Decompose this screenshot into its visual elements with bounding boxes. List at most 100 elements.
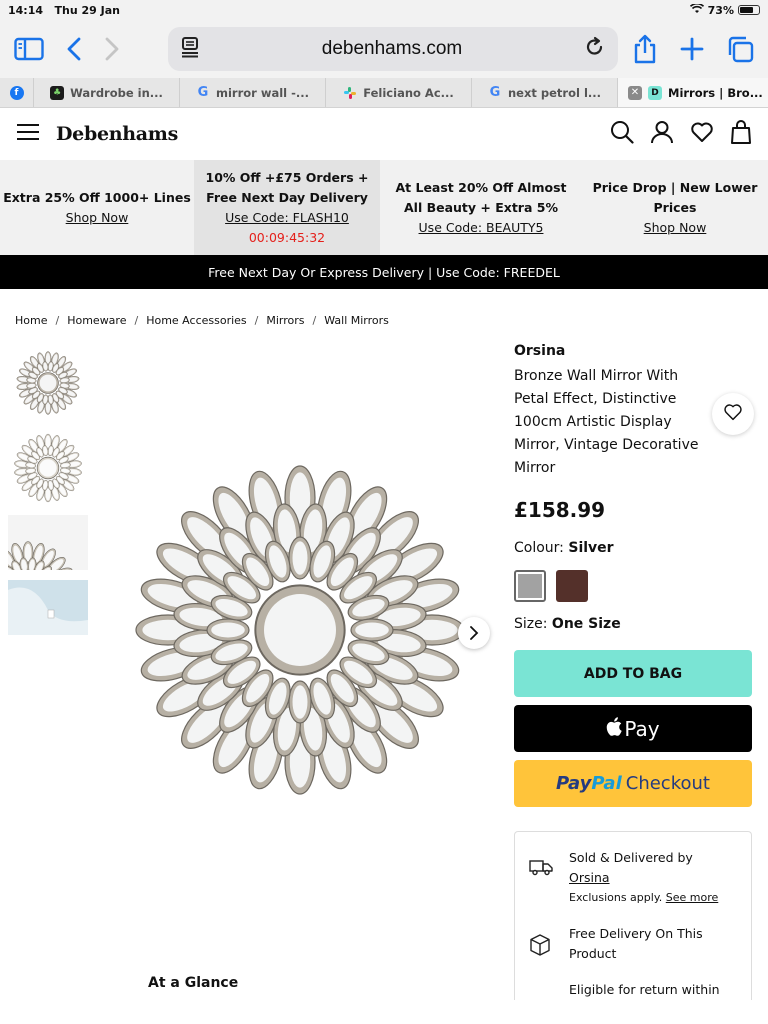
reader-icon[interactable]	[180, 36, 200, 62]
exclusions-text: Exclusions apply.	[569, 891, 663, 904]
product-price: £158.99	[514, 498, 606, 522]
promo-timer: 00:09:45:32	[248, 229, 326, 245]
returns-icon	[529, 980, 555, 1000]
promo-text: Price Drop | New Lower	[592, 179, 758, 195]
apple-icon	[606, 716, 623, 741]
reload-icon[interactable]	[584, 36, 606, 62]
tab-mirror-wall[interactable]: G mirror wall -...	[180, 78, 326, 107]
promo-flash10[interactable]: 10% Off +£75 Orders + Free Next Day Deli…	[194, 160, 380, 255]
seller-link[interactable]: Orsina	[569, 868, 718, 888]
promo-text: All Beauty + Extra 5%	[404, 199, 558, 215]
seller-row: Sold & Delivered by Orsina Exclusions ap…	[529, 848, 737, 908]
thumbnail-2[interactable]	[8, 430, 88, 505]
add-to-bag-button[interactable]: ADD TO BAG	[514, 650, 752, 697]
breadcrumb: Home / Homeware / Home Accessories / Mirror…	[15, 313, 389, 327]
tabs-overview-icon[interactable]	[726, 35, 754, 63]
tab-label: Feliciano Ac...	[363, 85, 454, 100]
tab-mirrors-active[interactable]: ✕ D Mirrors | Bro...	[618, 78, 768, 107]
product-section: At a Glance Orsina Bronze Wall Mirror Wi…	[0, 335, 768, 1024]
thumbnail-1[interactable]	[8, 345, 88, 420]
site-header: Debenhams	[0, 108, 768, 160]
tab-label: Mirrors | Bro...	[668, 85, 763, 100]
tab-feliciano[interactable]: Feliciano Ac...	[326, 78, 472, 107]
paypal-checkout-button[interactable]: Pay Pal Checkout	[514, 760, 752, 807]
colour-swatches	[514, 570, 754, 602]
tab-wardrobe[interactable]: ♣ Wardrobe in...	[34, 78, 180, 107]
swatch-brown[interactable]	[556, 570, 588, 602]
apple-pay-label: Pay	[624, 716, 660, 741]
delivery-banner[interactable]: Free Next Day Or Express Delivery | Use …	[0, 255, 768, 289]
debenhams-icon: D	[648, 85, 662, 100]
new-tab-icon[interactable]	[680, 37, 704, 61]
sidebar-icon[interactable]	[14, 37, 44, 61]
tab-bar: f ♣ Wardrobe in... G mirror wall -... Fe…	[0, 78, 768, 108]
see-more-link[interactable]: See more	[666, 891, 719, 904]
tree-icon: ♣	[50, 85, 65, 100]
search-icon[interactable]	[610, 120, 634, 148]
status-time: 14:14	[8, 3, 44, 17]
forward-icon[interactable]	[104, 37, 120, 61]
free-delivery-text: Free Delivery On This	[569, 926, 703, 941]
promo-text: Extra 25% Off 1000+ Lines	[3, 189, 191, 205]
bag-icon[interactable]	[730, 120, 752, 148]
promo-text: At Least 20% Off Almost	[395, 179, 567, 195]
thumbnail-3[interactable]	[8, 515, 88, 570]
swatch-silver[interactable]	[514, 570, 546, 602]
browser-toolbar: debenhams.com	[0, 20, 768, 78]
address-bar[interactable]: debenhams.com	[168, 27, 618, 71]
product-main-image[interactable]	[130, 460, 470, 804]
google-icon: G	[197, 85, 209, 100]
apple-pay-button[interactable]: Pay	[514, 705, 752, 752]
promo-price-drop[interactable]: Price Drop | New Lower Prices Shop Now	[582, 160, 768, 255]
promo-extra-25[interactable]: Extra 25% Off 1000+ Lines Shop Now	[0, 160, 194, 255]
shop-now-link[interactable]: Shop Now	[66, 208, 129, 228]
heart-icon	[723, 403, 743, 425]
add-to-wishlist-button[interactable]	[712, 393, 754, 435]
account-icon[interactable]	[650, 120, 674, 148]
wishlist-icon[interactable]	[690, 121, 714, 147]
tab-next-petrol[interactable]: G next petrol l...	[472, 78, 618, 107]
product-title: Bronze Wall Mirror With Petal Effect, Di…	[514, 368, 699, 476]
free-delivery-row: Free Delivery On This Product	[529, 924, 737, 964]
paypal-logo-pal: Pal	[591, 773, 622, 794]
battery-percent: 73%	[707, 3, 734, 17]
shop-now-link[interactable]: Shop Now	[644, 218, 707, 238]
breadcrumb-home-accessories[interactable]: Home Accessories	[146, 314, 246, 327]
promo-code: Use Code: BEAUTY5	[418, 219, 544, 235]
promo-text: 10% Off +£75 Orders +	[205, 169, 369, 185]
promo-beauty[interactable]: At Least 20% Off Almost All Beauty + Ext…	[380, 160, 582, 255]
paypal-checkout-label: Checkout	[625, 773, 710, 794]
size-value: One Size	[551, 616, 621, 632]
free-delivery-text-2: Product	[569, 946, 617, 961]
close-tab-icon[interactable]: ✕	[628, 85, 642, 100]
seller-info-box: Sold & Delivered by Orsina Exclusions ap…	[514, 831, 752, 1000]
wifi-icon	[689, 2, 704, 17]
back-icon[interactable]	[66, 37, 82, 61]
promo-strip: Extra 25% Off 1000+ Lines Shop Now 10% O…	[0, 160, 768, 255]
breadcrumb-homeware[interactable]: Homeware	[67, 314, 126, 327]
tab-facebook[interactable]: f	[0, 78, 34, 107]
promo-code: Use Code: FLASH10	[225, 209, 349, 225]
slack-icon	[343, 86, 357, 100]
thumbnail-list	[8, 345, 88, 635]
breadcrumb-mirrors[interactable]: Mirrors	[266, 314, 304, 327]
tab-label: next petrol l...	[508, 85, 601, 100]
breadcrumb-wall-mirrors[interactable]: Wall Mirrors	[324, 314, 389, 327]
site-logo[interactable]: Debenhams	[56, 123, 178, 145]
next-image-button[interactable]	[458, 617, 490, 649]
colour-row: Colour: Silver	[514, 540, 754, 556]
status-bar: 14:14 Thu 29 Jan 73%	[0, 0, 768, 20]
size-label: Size:	[514, 616, 548, 632]
facebook-icon: f	[9, 85, 24, 100]
returns-text: Eligible for return within	[569, 982, 720, 997]
breadcrumb-home[interactable]: Home	[15, 314, 47, 327]
size-row: Size: One Size	[514, 616, 754, 632]
share-icon[interactable]	[632, 34, 658, 64]
url-text[interactable]: debenhams.com	[322, 38, 462, 60]
product-info: Orsina Bronze Wall Mirror With Petal Eff…	[514, 335, 754, 1016]
product-brand[interactable]: Orsina	[514, 343, 754, 359]
thumbnail-4[interactable]	[8, 580, 88, 635]
battery-icon	[738, 5, 760, 15]
colour-label: Colour:	[514, 540, 564, 556]
menu-icon[interactable]	[16, 123, 40, 145]
